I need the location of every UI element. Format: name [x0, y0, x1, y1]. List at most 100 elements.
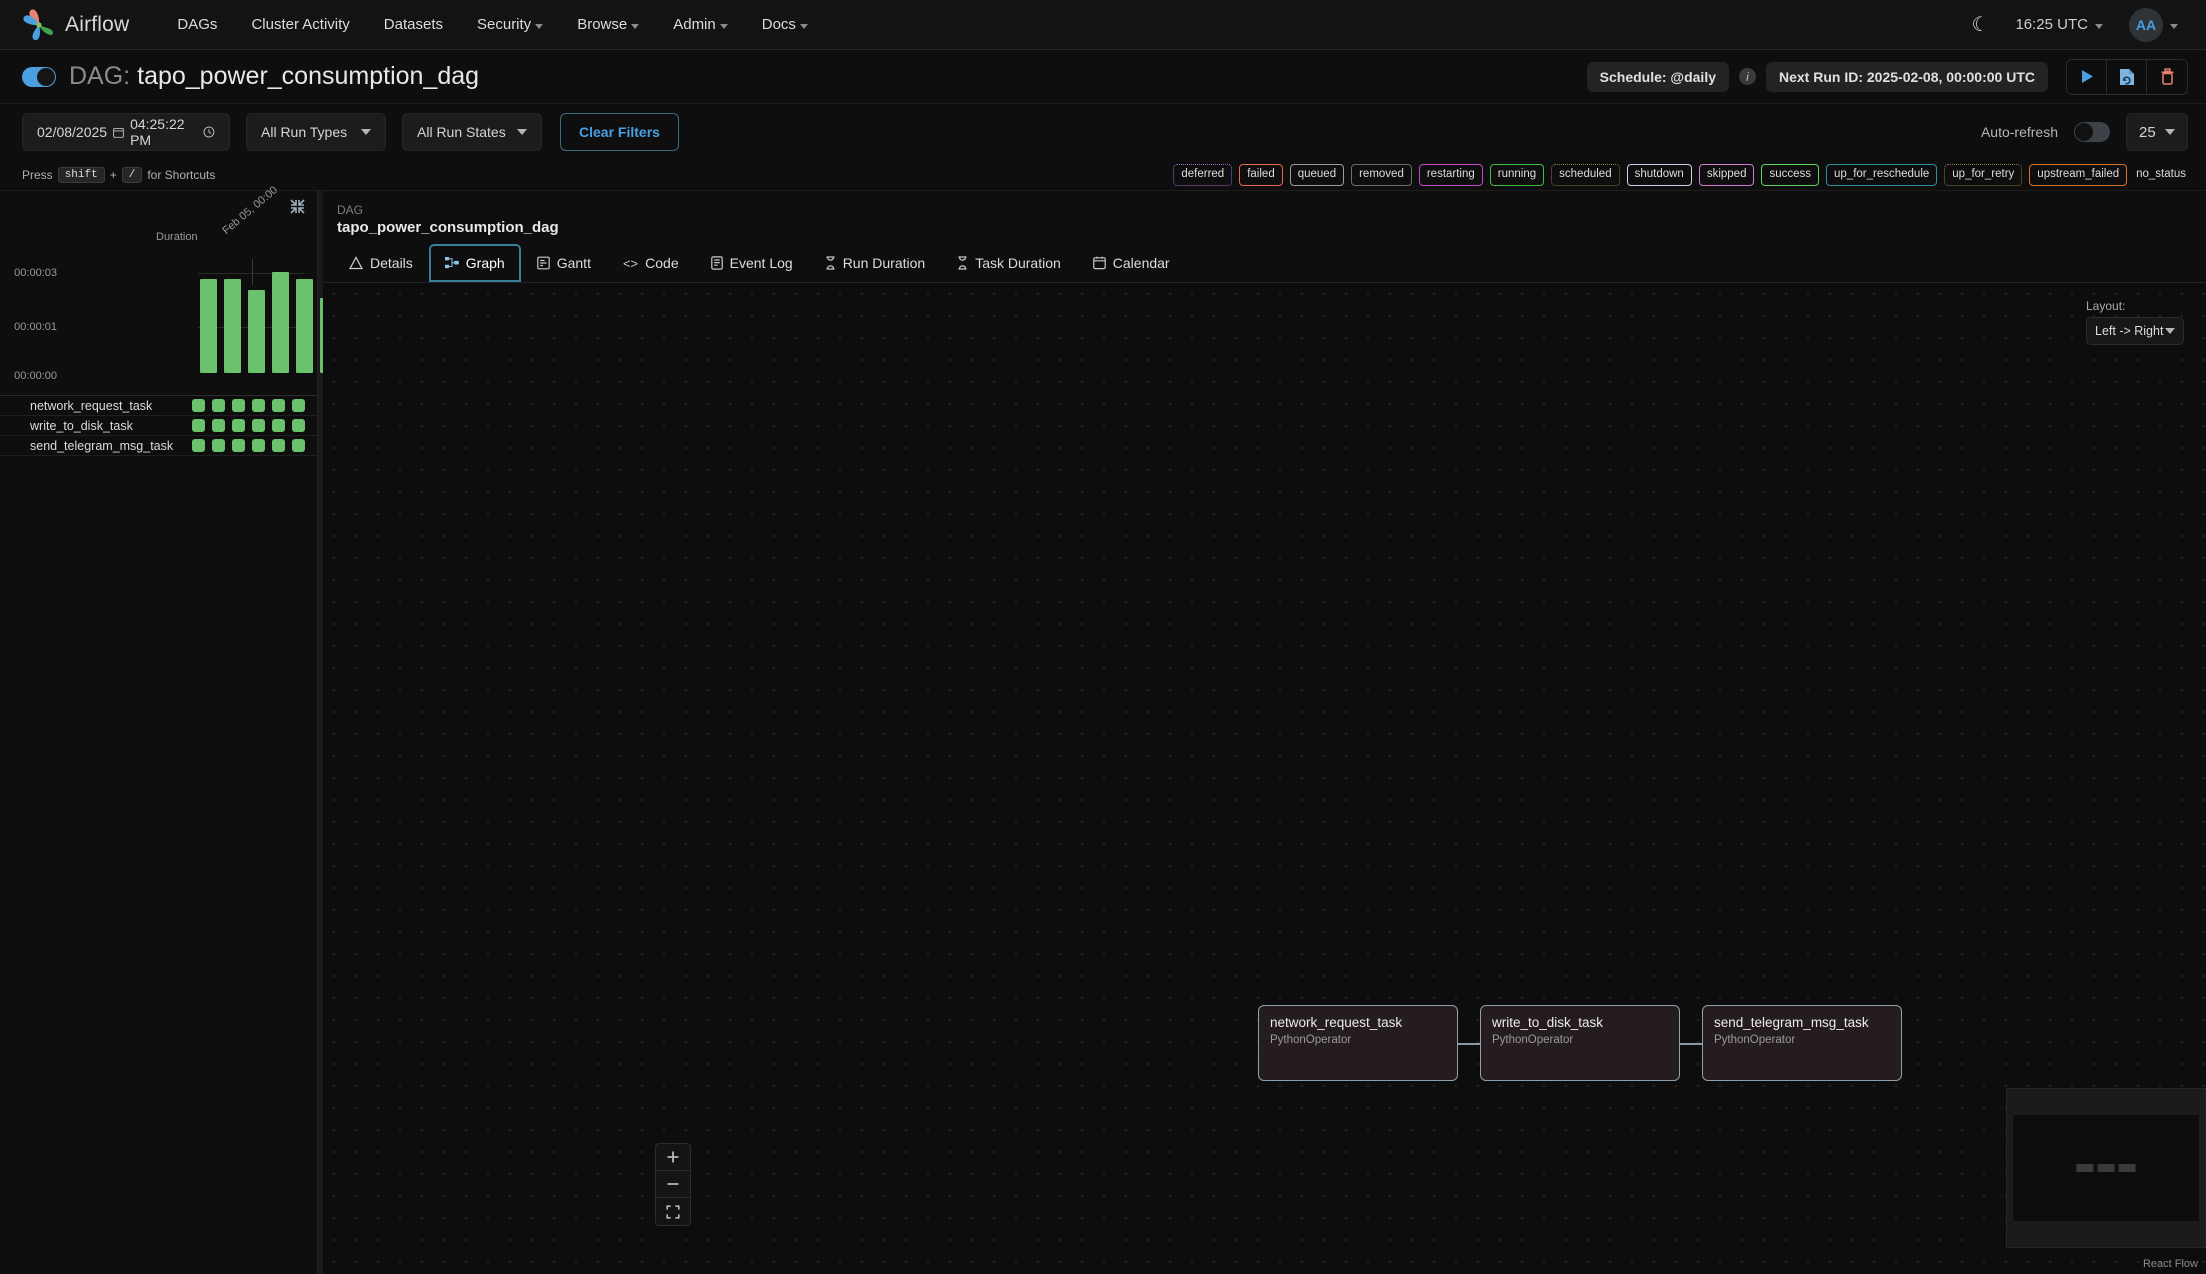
nav-items: DAGs Cluster Activity Datasets Security …	[177, 16, 808, 33]
nav-item-cluster-activity[interactable]: Cluster Activity	[251, 16, 349, 33]
task-instance-square[interactable]	[212, 399, 225, 412]
run-state-filter[interactable]: All Run States	[402, 113, 542, 151]
content-panel: DAG tapo_power_consumption_dag Details Gr…	[323, 190, 2206, 1274]
clear-dag-button[interactable]	[2107, 59, 2147, 94]
status-badge-running[interactable]: running	[1489, 164, 1545, 186]
graph-node[interactable]: write_to_disk_task PythonOperator	[1480, 1005, 1680, 1081]
status-badge-success[interactable]: success	[1761, 164, 1820, 186]
task-instance-square[interactable]	[272, 419, 285, 432]
task-instance-square[interactable]	[292, 439, 305, 452]
minimap-node	[2076, 1164, 2094, 1172]
minimap-nodes	[2076, 1164, 2136, 1172]
status-badge-queued[interactable]: queued	[1289, 164, 1345, 186]
chart-y-tick-1: 00:00:01	[14, 321, 57, 333]
next-run-chip: Next Run ID: 2025-02-08, 00:00:00 UTC	[1766, 61, 2048, 92]
graph-node[interactable]: send_telegram_msg_task PythonOperator	[1702, 1005, 1902, 1081]
status-badge-up-for-reschedule[interactable]: up_for_reschedule	[1826, 164, 1938, 186]
task-instance-square[interactable]	[232, 399, 245, 412]
page-title: tapo_power_consumption_dag	[137, 62, 480, 90]
task-instance-square[interactable]	[272, 399, 285, 412]
task-instance-square[interactable]	[252, 439, 265, 452]
duration-bar[interactable]	[272, 272, 289, 373]
graph-node[interactable]: network_request_task PythonOperator	[1258, 1005, 1458, 1081]
task-row[interactable]: network_request_task	[0, 396, 317, 416]
status-badge-upstream-failed[interactable]: upstream_failed	[2029, 164, 2128, 186]
airflow-logo-link[interactable]: Airflow	[22, 8, 129, 42]
task-row[interactable]: write_to_disk_task	[0, 416, 317, 436]
duration-bar[interactable]	[200, 279, 217, 373]
num-runs-select[interactable]: 25	[2126, 113, 2188, 151]
tab-task-duration[interactable]: Task Duration	[941, 244, 1077, 282]
tab-code[interactable]: <> Code	[607, 244, 695, 282]
info-icon[interactable]: i	[1739, 68, 1756, 85]
tab-label: Calendar	[1112, 255, 1170, 271]
nav-item-browse[interactable]: Browse	[577, 16, 640, 33]
fit-view-button[interactable]	[656, 1198, 690, 1225]
nav-item-security[interactable]: Security	[477, 16, 544, 33]
dag-action-buttons	[2066, 58, 2188, 95]
status-badge-up-for-retry[interactable]: up_for_retry	[1944, 164, 2023, 186]
zoom-in-button[interactable]	[656, 1144, 690, 1171]
status-badge-deferred[interactable]: deferred	[1173, 164, 1233, 186]
task-instance-square[interactable]	[252, 399, 265, 412]
status-badge-scheduled[interactable]: scheduled	[1551, 164, 1620, 186]
chevron-down-icon	[361, 129, 371, 135]
task-instance-square[interactable]	[232, 419, 245, 432]
dag-pause-toggle[interactable]	[22, 66, 56, 87]
graph-canvas[interactable]: Layout: Left -> Right network_request_ta…	[323, 283, 2206, 1274]
duration-bar[interactable]	[224, 279, 241, 373]
duration-bar[interactable]	[248, 290, 265, 373]
tab-calendar[interactable]: Calendar	[1077, 244, 1186, 282]
status-badge-skipped[interactable]: skipped	[1698, 164, 1755, 186]
task-instance-square[interactable]	[192, 439, 205, 452]
tab-graph[interactable]: Graph	[428, 244, 521, 282]
nav-item-admin[interactable]: Admin	[673, 16, 728, 33]
num-runs-value: 25	[2139, 123, 2156, 141]
chevron-down-icon	[799, 23, 808, 29]
status-badge-failed[interactable]: failed	[1239, 164, 1283, 186]
task-instance-square[interactable]	[192, 419, 205, 432]
graph-node-title: send_telegram_msg_task	[1714, 1015, 1869, 1030]
timezone-selector[interactable]: 16:25 UTC	[2015, 16, 2103, 33]
status-badge-removed[interactable]: removed	[1351, 164, 1412, 186]
clear-filters-button[interactable]: Clear Filters	[560, 113, 679, 151]
task-instance-square[interactable]	[212, 439, 225, 452]
layout-value: Left -> Right	[2095, 324, 2164, 338]
moon-icon[interactable]: ☾	[1972, 15, 1990, 35]
task-instance-square[interactable]	[252, 419, 265, 432]
task-instance-square[interactable]	[232, 439, 245, 452]
clock-icon	[203, 126, 215, 138]
task-instance-square[interactable]	[292, 419, 305, 432]
nav-label: Docs	[761, 16, 796, 33]
task-instance-square[interactable]	[272, 439, 285, 452]
tab-gantt[interactable]: Gantt	[521, 244, 607, 282]
task-row[interactable]: send_telegram_msg_task	[0, 436, 317, 456]
tab-details[interactable]: Details	[333, 244, 429, 282]
tab-run-duration[interactable]: Run Duration	[809, 244, 942, 282]
status-badge-restarting[interactable]: restarting	[1418, 164, 1483, 186]
tab-event-log[interactable]: Event Log	[695, 244, 809, 282]
task-instance-squares	[192, 419, 317, 432]
chevron-down-icon	[631, 23, 640, 29]
run-type-filter[interactable]: All Run Types	[246, 113, 386, 151]
task-instance-square[interactable]	[292, 399, 305, 412]
layout-select[interactable]: Left -> Right	[2086, 317, 2184, 345]
duration-bar[interactable]	[296, 279, 313, 373]
nav-item-datasets[interactable]: Datasets	[384, 16, 443, 33]
trigger-dag-button[interactable]	[2067, 59, 2107, 94]
task-instance-square[interactable]	[192, 399, 205, 412]
nav-item-dags[interactable]: DAGs	[177, 16, 217, 33]
minimap[interactable]	[2006, 1088, 2206, 1248]
delete-dag-button[interactable]	[2147, 59, 2187, 94]
breadcrumb: DAG tapo_power_consumption_dag	[323, 191, 2206, 244]
task-instance-square[interactable]	[212, 419, 225, 432]
autorefresh-toggle[interactable]	[2074, 122, 2110, 142]
run-datetime-filter[interactable]: 02/08/2025 04:25:22 PM	[22, 113, 230, 151]
user-menu[interactable]: AA	[2129, 7, 2178, 42]
status-badge-shutdown[interactable]: shutdown	[1626, 164, 1692, 186]
chevron-down-icon	[719, 23, 728, 29]
nav-item-docs[interactable]: Docs	[762, 16, 808, 33]
zoom-out-button[interactable]	[656, 1171, 690, 1198]
triangle-icon	[349, 256, 363, 270]
minimap-viewport	[2013, 1115, 2199, 1221]
